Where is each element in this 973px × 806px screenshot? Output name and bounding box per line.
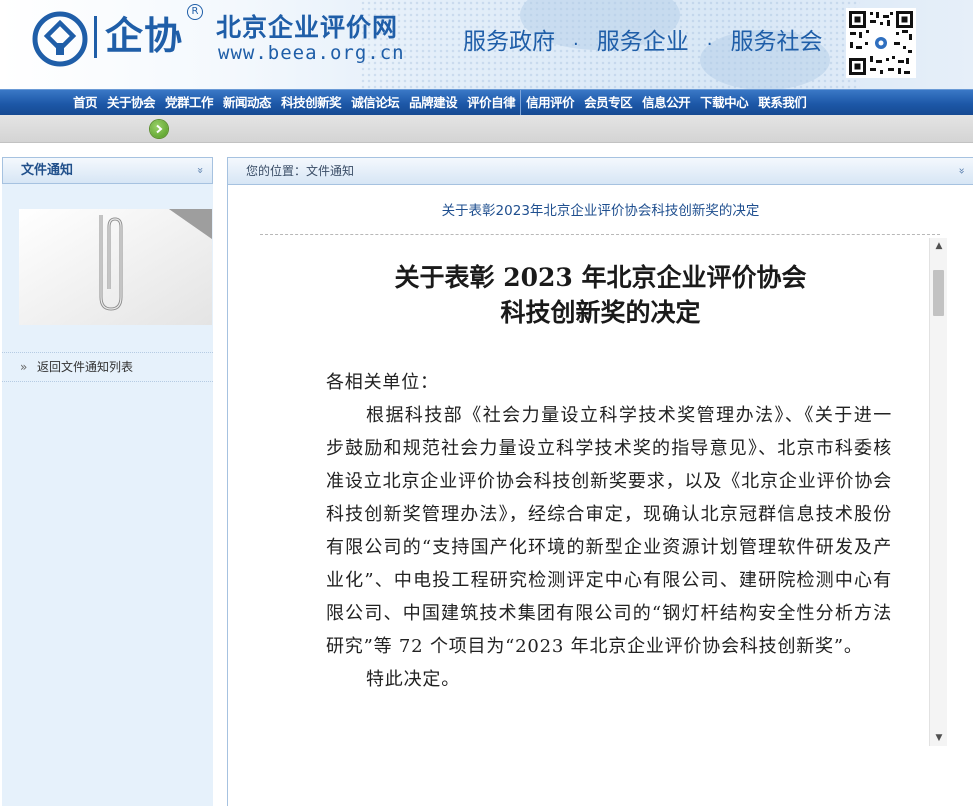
main-header: 您的位置：文件通知 » [228, 158, 973, 185]
slogan-separator: . [573, 28, 579, 50]
site-url: www.beea.org.cn [218, 42, 405, 64]
header-slogans: 服务政府 . 服务企业 . 服务社会 [463, 22, 822, 56]
nav-item-integrity-forum[interactable]: 诚信论坛 [346, 90, 404, 115]
double-arrow-icon: » [20, 360, 28, 374]
go-arrow-icon [156, 124, 163, 134]
go-button[interactable] [150, 120, 168, 138]
title-divider [260, 234, 940, 235]
beea-logo-icon[interactable] [32, 11, 88, 67]
scroll-down-arrow-icon[interactable]: ▼ [930, 730, 948, 746]
chevron-double-down-icon[interactable]: » [949, 168, 973, 175]
document-title-line2: 科技创新奖的决定 [500, 298, 701, 327]
nav-item-contact[interactable]: 联系我们 [753, 90, 811, 115]
nav-item-disclosure[interactable]: 信息公开 [637, 90, 695, 115]
nav-item-self-discipline[interactable]: 评价自律 [462, 90, 520, 115]
breadcrumb[interactable]: 您的位置：文件通知 [246, 158, 354, 184]
registered-mark: R [187, 4, 203, 20]
nav-item-about[interactable]: 关于协会 [102, 90, 160, 115]
site-name: 北京企业评价网 [216, 13, 399, 42]
spacer [0, 143, 973, 157]
slogan-enterprise: 服务企业 [596, 29, 689, 55]
logo-text: 企协 [105, 14, 184, 58]
slogan-separator: . [706, 28, 713, 50]
slogan-government: 服务政府 [463, 29, 555, 55]
logo-divider [94, 16, 97, 58]
document-salutation: 各相关单位： [326, 372, 439, 393]
document-viewer[interactable]: 关于表彰 2023 年北京企业评价协会 科技创新奖的决定 各相关单位： 根据科技… [252, 238, 973, 746]
site-header: 企协 R 北京企业评价网 www.beea.org.cn 服务政府 . 服务企业… [0, 0, 973, 89]
sidebar-title: 文件通知 [21, 163, 74, 178]
sidebar: 文件通知 » » 返回文件通知列表 [2, 157, 213, 806]
nav-item-downloads[interactable]: 下载中心 [695, 90, 753, 115]
document-title: 关于表彰 2023 年北京企业评价协会 科技创新奖的决定 [252, 260, 949, 330]
qr-code-icon [846, 8, 916, 78]
chevron-double-down-icon[interactable]: » [188, 167, 213, 174]
document-paragraph: 根据科技部《社会力量设立科学技术奖管理办法》、《关于进一步鼓励和规范社会力量设立… [326, 405, 892, 657]
document-body: 各相关单位： 根据科技部《社会力量设立科学技术奖管理办法》、《关于进一步鼓励和规… [326, 366, 892, 696]
sub-toolbar [0, 115, 973, 143]
paperclip-illustration [19, 209, 212, 325]
document-scrollbar[interactable]: ▲ ▼ [929, 238, 947, 746]
nav-item-innovation-award[interactable]: 科技创新奖 [276, 90, 346, 115]
slogan-society: 服务社会 [730, 29, 823, 55]
back-to-list-link[interactable]: » 返回文件通知列表 [2, 352, 213, 382]
scrollbar-thumb[interactable] [933, 270, 944, 316]
nav-item-brand[interactable]: 品牌建设 [404, 90, 462, 115]
nav-item-members[interactable]: 会员专区 [579, 90, 637, 115]
document-title-line1: 关于表彰 2023 年北京企业评价协会 [394, 263, 807, 292]
main-nav: 首页 关于协会 党群工作 新闻动态 科技创新奖 诚信论坛 品牌建设 评价自律 信… [0, 89, 973, 115]
document-paragraph: 特此决定。 [366, 669, 460, 690]
nav-item-news[interactable]: 新闻动态 [218, 90, 276, 115]
nav-item-home[interactable]: 首页 [68, 90, 102, 115]
back-to-list-label[interactable]: 返回文件通知列表 [37, 353, 133, 381]
nav-item-party[interactable]: 党群工作 [160, 90, 218, 115]
paperclip-image [19, 209, 212, 325]
sidebar-header: 文件通知 » [2, 157, 213, 184]
scroll-up-arrow-icon[interactable]: ▲ [930, 238, 948, 254]
article-title: 关于表彰2023年北京企业评价协会科技创新奖的决定 [441, 203, 760, 219]
main-panel: 您的位置：文件通知 » 关于表彰2023年北京企业评价协会科技创新奖的决定 关于… [227, 157, 973, 806]
nav-item-credit-rating[interactable]: 信用评价 [520, 90, 579, 115]
